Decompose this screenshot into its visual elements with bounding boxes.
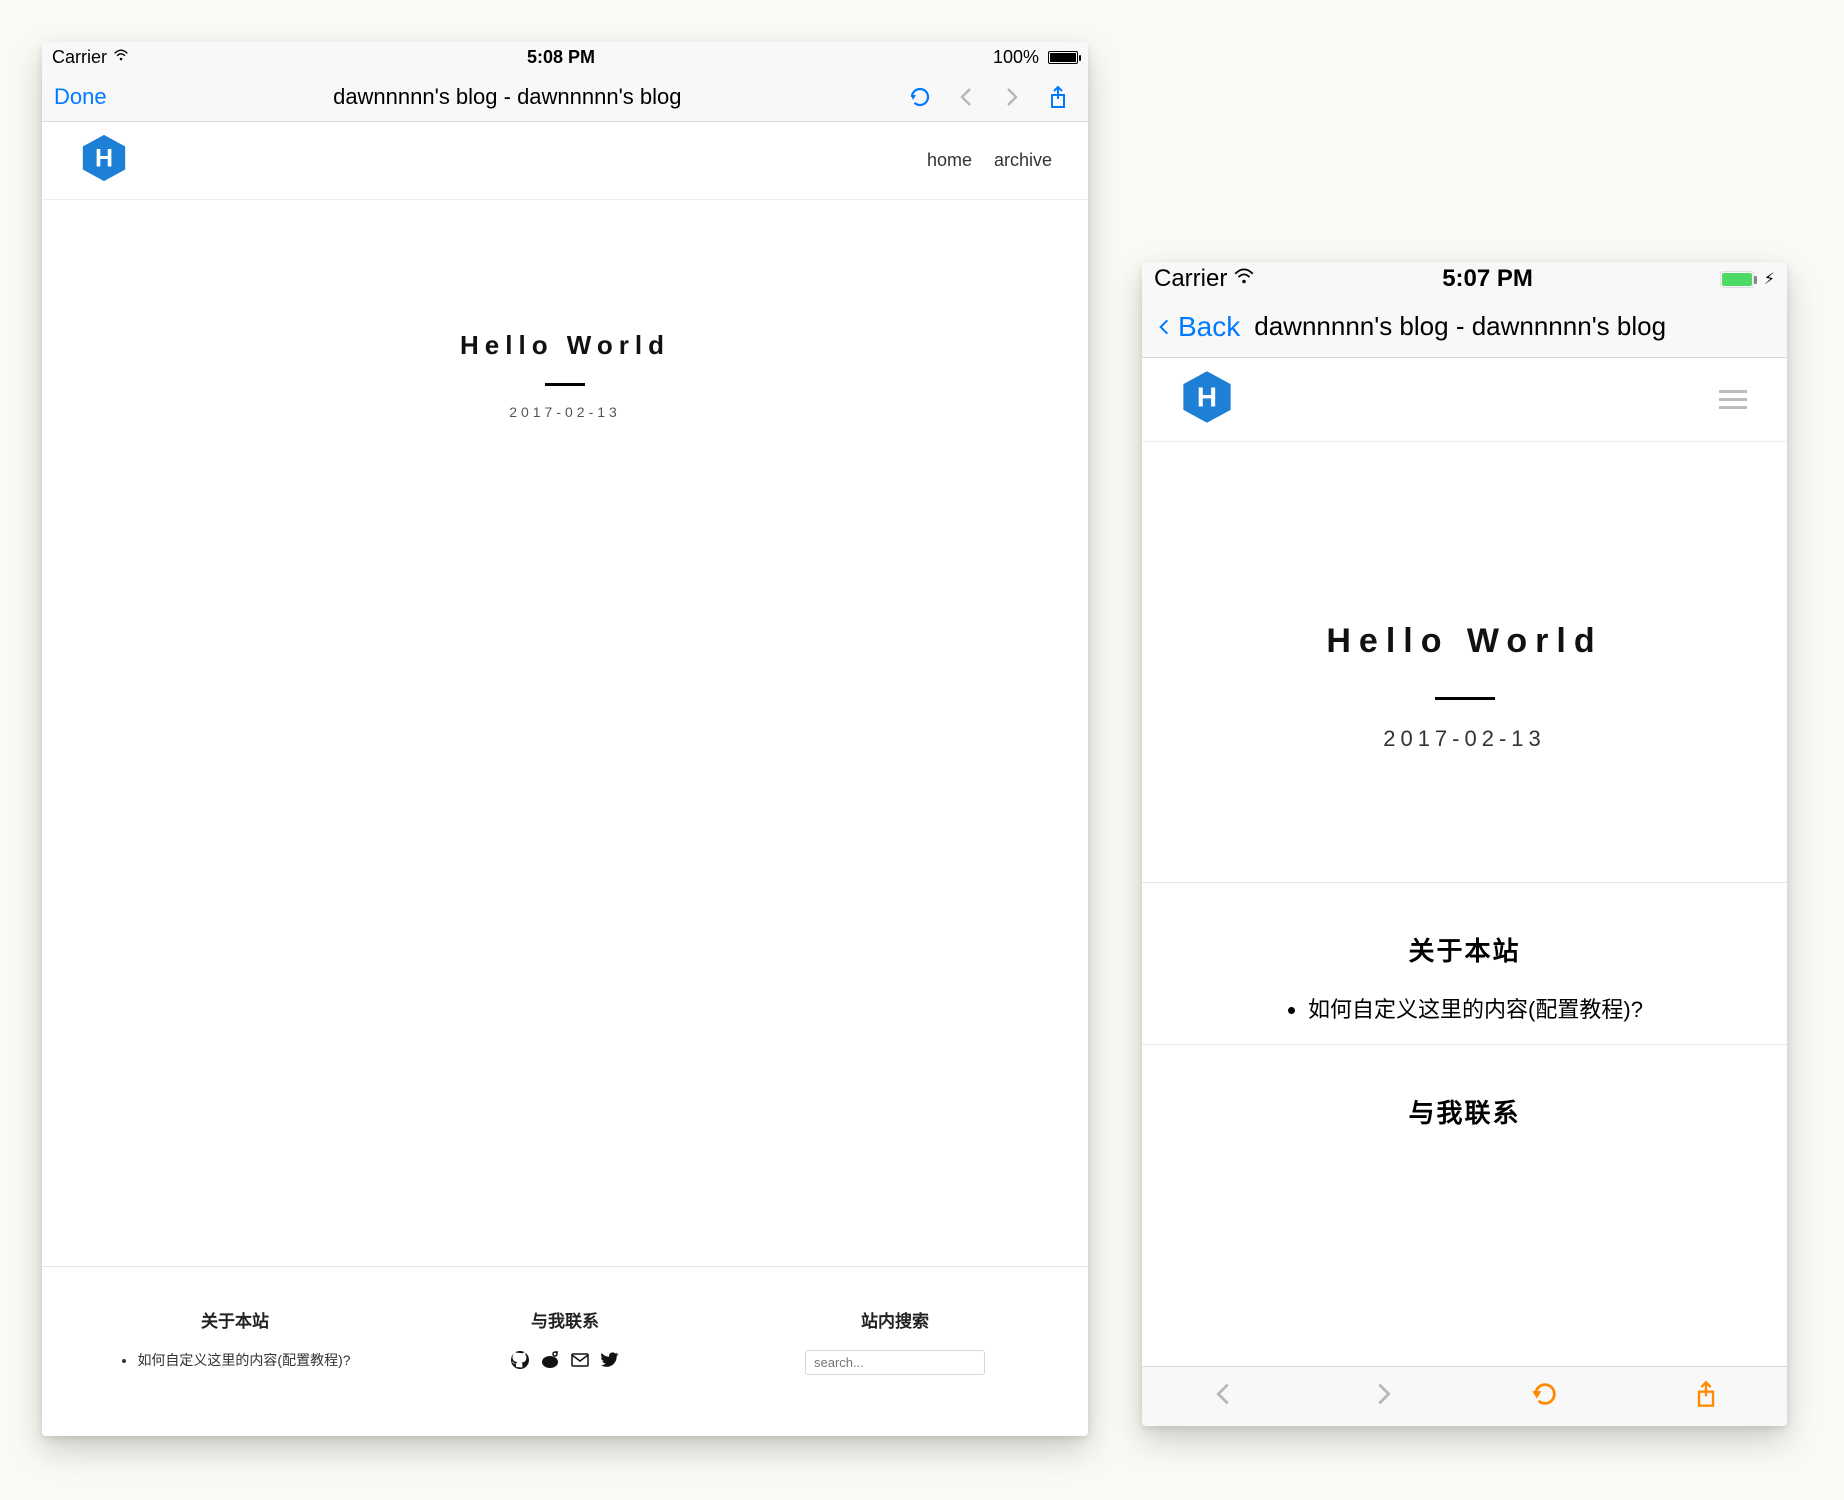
refresh-button[interactable] [902, 85, 938, 109]
page-title-label: dawnnnnn's blog - dawnnnnn's blog [123, 84, 892, 110]
about-heading: 关于本站 [1172, 931, 1757, 968]
post-date: 2017-02-13 [509, 404, 621, 420]
post-title[interactable]: Hello World [460, 330, 670, 361]
search-input[interactable] [805, 1350, 985, 1375]
battery-icon [1720, 271, 1754, 288]
toolbar-back-button[interactable] [1209, 1380, 1237, 1413]
title-underline [1435, 697, 1495, 700]
about-link[interactable]: 如何自定义这里的内容(配置教程)? [1308, 992, 1643, 1024]
about-section: 关于本站 如何自定义这里的内容(配置教程)? [1142, 882, 1787, 1044]
iphone-safari-nav: Back dawnnnnn's blog - dawnnnnn's blog [1142, 296, 1787, 358]
title-underline [545, 383, 585, 386]
footer-copyright [42, 1385, 1088, 1436]
blog-header: home archive [42, 122, 1088, 200]
battery-icon [1048, 51, 1078, 64]
ipad-device-frame: Carrier 5:08 PM 100% Done dawnnnnn's blo… [42, 42, 1088, 1436]
footer-contact-column: 与我联系 [410, 1307, 720, 1375]
contact-heading: 与我联系 [1172, 1093, 1757, 1130]
blog-main: Hello World 2017-02-13 [42, 200, 1088, 1266]
ipad-webview: home archive Hello World 2017-02-13 关于本站… [42, 122, 1088, 1436]
ipad-status-bar: Carrier 5:08 PM 100% [42, 42, 1088, 72]
iphone-bottom-toolbar [1142, 1366, 1787, 1426]
share-button[interactable] [1040, 85, 1076, 109]
carrier-label: Carrier [1154, 265, 1227, 293]
footer-about-heading: 关于本站 [201, 1307, 269, 1332]
blog-nav: home archive [927, 150, 1052, 171]
toolbar-refresh-button[interactable] [1531, 1380, 1559, 1413]
iphone-device-frame: Carrier 5:07 PM ⚡︎ Back dawnnnnn's blog … [1142, 262, 1787, 1426]
iphone-status-bar: Carrier 5:07 PM ⚡︎ [1142, 262, 1787, 296]
footer-about-column: 关于本站 如何自定义这里的内容(配置教程)? [80, 1307, 390, 1370]
nav-forward-button[interactable] [994, 85, 1030, 109]
footer-search-heading: 站内搜索 [861, 1307, 929, 1332]
page-title-label: dawnnnnn's blog - dawnnnnn's blog [1250, 311, 1775, 342]
post-date: 2017-02-13 [1383, 726, 1546, 752]
contact-section: 与我联系 [1142, 1044, 1787, 1154]
iphone-webview: Hello World 2017-02-13 关于本站 如何自定义这里的内容(配… [1142, 358, 1787, 1366]
post-title[interactable]: Hello World [1326, 622, 1602, 661]
nav-link-archive[interactable]: archive [994, 150, 1052, 171]
blog-main: Hello World 2017-02-13 [1142, 442, 1787, 882]
site-logo-icon[interactable] [78, 132, 130, 189]
clock-label: 5:07 PM [1442, 265, 1533, 293]
footer-about-link[interactable]: 如何自定义这里的内容(配置教程)? [137, 1350, 350, 1370]
blog-footer: 关于本站 如何自定义这里的内容(配置教程)? 与我联系 站内搜索 [42, 1267, 1088, 1385]
done-button[interactable]: Done [54, 84, 113, 110]
footer-search-column: 站内搜索 [740, 1307, 1050, 1375]
toolbar-forward-button[interactable] [1370, 1380, 1398, 1413]
hamburger-menu-icon[interactable] [1715, 386, 1751, 413]
toolbar-share-button[interactable] [1692, 1380, 1720, 1413]
back-button[interactable]: Back [1154, 311, 1240, 343]
blog-header [1142, 358, 1787, 442]
mail-icon[interactable] [570, 1350, 590, 1375]
wifi-icon [113, 47, 129, 68]
nav-link-home[interactable]: home [927, 150, 972, 171]
battery-percent-label: 100% [993, 47, 1039, 68]
wifi-icon [1233, 265, 1255, 294]
nav-back-button[interactable] [948, 85, 984, 109]
weibo-icon[interactable] [540, 1350, 560, 1375]
twitter-icon[interactable] [600, 1350, 620, 1375]
charging-icon: ⚡︎ [1764, 269, 1775, 289]
site-logo-icon[interactable] [1178, 368, 1236, 431]
ipad-safari-nav: Done dawnnnnn's blog - dawnnnnn's blog [42, 72, 1088, 122]
clock-label: 5:08 PM [527, 47, 595, 68]
github-icon[interactable] [510, 1350, 530, 1375]
carrier-label: Carrier [52, 47, 107, 68]
footer-contact-heading: 与我联系 [531, 1307, 599, 1332]
